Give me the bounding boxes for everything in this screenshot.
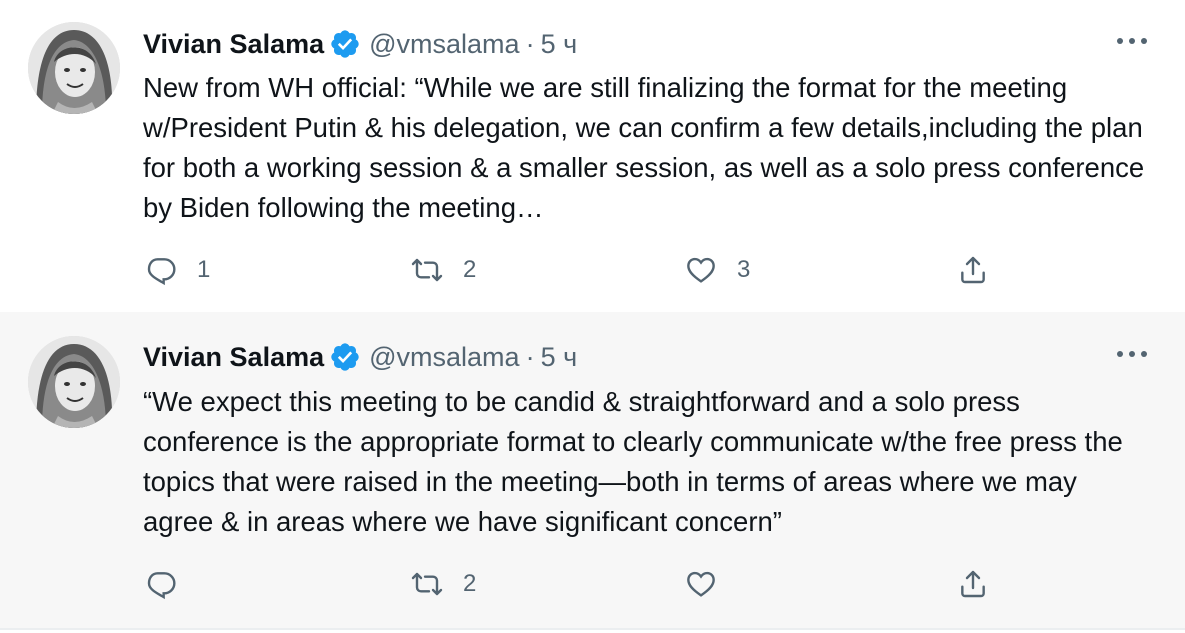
share-icon xyxy=(961,256,985,284)
tweet-actions: 1 2 3 xyxy=(143,250,1043,290)
author-handle[interactable]: @vmsalama xyxy=(369,342,519,373)
reply-button[interactable] xyxy=(145,564,197,604)
share-icon xyxy=(961,570,985,598)
share-button[interactable] xyxy=(957,564,989,604)
avatar[interactable] xyxy=(28,336,120,428)
verified-badge-icon xyxy=(329,28,361,60)
reply-icon xyxy=(147,258,176,286)
author-name[interactable]: Vivian Salama xyxy=(143,29,324,60)
tweet-thread: Vivian Salama @vmsalama · 5 ч New from W… xyxy=(0,0,1185,633)
retweet-count: 2 xyxy=(463,256,477,283)
retweet-icon xyxy=(411,572,443,596)
share-button[interactable] xyxy=(957,250,989,290)
timestamp[interactable]: 5 ч xyxy=(541,29,578,60)
reply-button[interactable]: 1 xyxy=(145,250,210,290)
tweet-header: Vivian Salama @vmsalama · 5 ч xyxy=(143,339,577,375)
like-count: 3 xyxy=(737,256,751,283)
author-name[interactable]: Vivian Salama xyxy=(143,342,324,373)
tweet-text: New from WH official: “While we are stil… xyxy=(143,72,1145,223)
tweet-header: Vivian Salama @vmsalama · 5 ч xyxy=(143,26,577,62)
more-options-icon[interactable] xyxy=(1115,347,1149,361)
timestamp[interactable]: 5 ч xyxy=(541,342,578,373)
tweet[interactable]: Vivian Salama @vmsalama · 5 ч New from W… xyxy=(0,0,1185,312)
tweet-text: “We expect this meeting to be candid & s… xyxy=(143,386,1123,537)
separator-dot: · xyxy=(525,28,535,59)
author-handle[interactable]: @vmsalama xyxy=(369,29,519,60)
like-button[interactable] xyxy=(685,564,737,604)
verified-badge-icon xyxy=(329,341,361,373)
like-icon xyxy=(687,571,715,597)
like-button[interactable]: 3 xyxy=(685,250,750,290)
more-options-icon[interactable] xyxy=(1115,34,1149,48)
retweet-count: 2 xyxy=(463,570,477,597)
tweet-actions: 2 xyxy=(143,564,1043,604)
avatar[interactable] xyxy=(28,22,120,114)
reply-icon xyxy=(147,572,176,600)
tweet[interactable]: Vivian Salama @vmsalama · 5 ч “We expect… xyxy=(0,312,1185,630)
separator-dot: · xyxy=(525,341,535,372)
retweet-button[interactable]: 2 xyxy=(411,564,476,604)
retweet-icon xyxy=(411,258,443,282)
retweet-button[interactable]: 2 xyxy=(411,250,476,290)
reply-count: 1 xyxy=(197,256,211,283)
like-icon xyxy=(687,257,715,283)
